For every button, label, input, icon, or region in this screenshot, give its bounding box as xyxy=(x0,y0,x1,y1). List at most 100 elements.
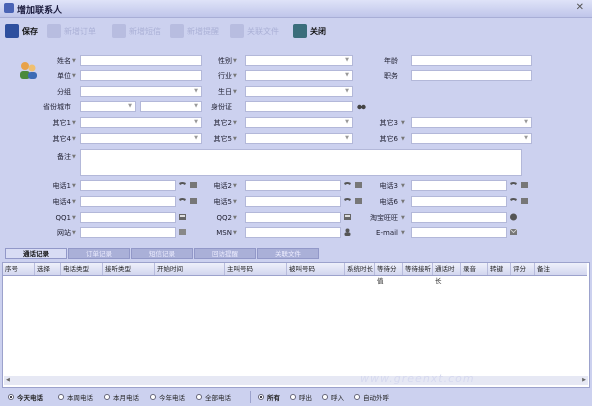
other6-select[interactable] xyxy=(411,133,532,144)
qq1-input[interactable] xyxy=(80,212,176,223)
tab-visit-reminders[interactable]: 回访提醒 xyxy=(194,248,256,259)
column-header[interactable]: 电话类型 xyxy=(61,263,103,275)
column-header[interactable]: 序号 xyxy=(3,263,35,275)
website-arrow: ▼ xyxy=(72,230,76,236)
other2-select[interactable] xyxy=(245,117,353,128)
radio-dot xyxy=(58,394,64,400)
qq2-input[interactable] xyxy=(245,212,341,223)
radio-outgoing[interactable]: 呼出 xyxy=(290,392,312,402)
msn-person-icon[interactable] xyxy=(343,228,352,236)
phone1-input[interactable] xyxy=(80,180,176,191)
close-icon[interactable]: ✕ xyxy=(576,2,584,13)
mail-icon[interactable] xyxy=(509,228,518,236)
other1-label: 其它1 xyxy=(52,119,71,127)
radio-all-calls[interactable]: 全部电话 xyxy=(196,392,231,402)
province-select[interactable] xyxy=(80,101,136,112)
radio-month-calls[interactable]: 本月电话 xyxy=(104,392,139,402)
phone3-arrow: ▼ xyxy=(401,183,405,189)
column-header[interactable]: 主叫号码 xyxy=(225,263,287,275)
radio-dot xyxy=(322,394,328,400)
other1-select[interactable] xyxy=(80,117,202,128)
taobao-input[interactable] xyxy=(411,212,507,223)
column-header[interactable]: 评分 xyxy=(511,263,535,275)
other4-arrow: ▼ xyxy=(72,136,76,142)
column-header[interactable]: 等待分值 xyxy=(375,263,403,285)
new-sms-button[interactable]: 新增短信 xyxy=(112,22,161,40)
sms-icon[interactable] xyxy=(520,181,529,189)
industry-select[interactable] xyxy=(245,70,353,81)
age-input[interactable] xyxy=(411,55,532,66)
taobao-label: 淘宝旺旺 xyxy=(370,214,398,222)
dial-icon[interactable] xyxy=(509,181,518,189)
phone4-arrow: ▼ xyxy=(72,199,76,205)
radio-year-calls[interactable]: 今年电话 xyxy=(150,392,185,402)
qq-icon[interactable] xyxy=(178,213,187,221)
dial-icon[interactable] xyxy=(343,181,352,189)
company-arrow: ▼ xyxy=(72,73,76,79)
position-input[interactable] xyxy=(411,70,532,81)
email-input[interactable] xyxy=(411,227,507,238)
qq-icon[interactable] xyxy=(343,213,352,221)
website-input[interactable] xyxy=(80,227,176,238)
tab-sms-records[interactable]: 短信记录 xyxy=(131,248,193,259)
save-button[interactable]: 保存 xyxy=(5,22,38,40)
radio-all-directions[interactable]: 所有 xyxy=(258,392,280,402)
related-file-button[interactable]: 关联文件 xyxy=(230,22,279,40)
column-header[interactable]: 开始时间 xyxy=(155,263,225,275)
wangwang-icon[interactable] xyxy=(509,213,518,221)
binoculars-icon[interactable] xyxy=(357,102,366,110)
column-header[interactable]: 被叫号码 xyxy=(287,263,345,275)
remark-textarea[interactable] xyxy=(80,149,522,176)
phone2-input[interactable] xyxy=(245,180,341,191)
new-order-button[interactable]: 新增订单 xyxy=(47,22,96,40)
column-header[interactable]: 备注 xyxy=(535,263,587,275)
name-input[interactable] xyxy=(80,55,202,66)
qq2-label: QQ2 xyxy=(216,214,232,222)
group-select[interactable] xyxy=(80,86,202,97)
msn-label: MSN xyxy=(216,229,232,237)
id-card-input[interactable] xyxy=(245,101,353,112)
tab-related-files[interactable]: 关联文件 xyxy=(257,248,319,259)
tab-call-records[interactable]: 通话记录 xyxy=(5,248,67,259)
radio-today-calls[interactable]: 今天电话 xyxy=(8,392,43,402)
qq1-arrow: ▼ xyxy=(72,215,76,221)
gender-arrow: ▼ xyxy=(233,58,237,64)
other3-select[interactable] xyxy=(411,117,532,128)
other4-select[interactable] xyxy=(80,133,202,144)
gender-select[interactable] xyxy=(245,55,353,66)
phone3-label: 电话3 xyxy=(379,182,398,190)
browser-icon[interactable] xyxy=(178,228,187,236)
column-header[interactable]: 系统时长 xyxy=(345,263,375,275)
new-reminder-button[interactable]: 新增提醒 xyxy=(170,22,219,40)
phone6-input[interactable] xyxy=(411,196,507,207)
dial-icon[interactable] xyxy=(509,197,518,205)
radio-week-calls[interactable]: 本周电话 xyxy=(58,392,93,402)
other5-select[interactable] xyxy=(245,133,353,144)
dial-icon[interactable] xyxy=(178,197,187,205)
close-button[interactable]: 关闭 xyxy=(293,22,326,40)
column-header[interactable]: 通话时长 xyxy=(433,263,461,285)
scroll-right-icon[interactable]: ▶ xyxy=(582,377,586,383)
scroll-left-icon[interactable]: ◀ xyxy=(6,377,10,383)
radio-dot xyxy=(354,394,360,400)
record-tabs: 通话记录 订单记录 短信记录 回访提醒 关联文件 xyxy=(0,248,592,260)
phone5-input[interactable] xyxy=(245,196,341,207)
horizontal-scrollbar[interactable]: ◀ ▶ xyxy=(4,376,588,385)
phone4-input[interactable] xyxy=(80,196,176,207)
sms-icon[interactable] xyxy=(520,197,529,205)
dial-icon[interactable] xyxy=(343,197,352,205)
radio-incoming[interactable]: 呼入 xyxy=(322,392,344,402)
column-header[interactable]: 等待接听 xyxy=(403,263,433,275)
dial-icon[interactable] xyxy=(178,181,187,189)
column-header[interactable]: 选择 xyxy=(35,263,61,275)
column-header[interactable]: 转键 xyxy=(488,263,511,275)
phone3-input[interactable] xyxy=(411,180,507,191)
column-header[interactable]: 录音 xyxy=(461,263,488,275)
birthday-picker[interactable] xyxy=(245,86,353,97)
column-header[interactable]: 接听类型 xyxy=(103,263,155,275)
msn-input[interactable] xyxy=(245,227,341,238)
watermark: www.greenxt.com xyxy=(360,372,475,385)
tab-order-records[interactable]: 订单记录 xyxy=(68,248,130,259)
radio-auto-dial[interactable]: 自动外呼 xyxy=(354,392,389,402)
company-input[interactable] xyxy=(80,70,202,81)
